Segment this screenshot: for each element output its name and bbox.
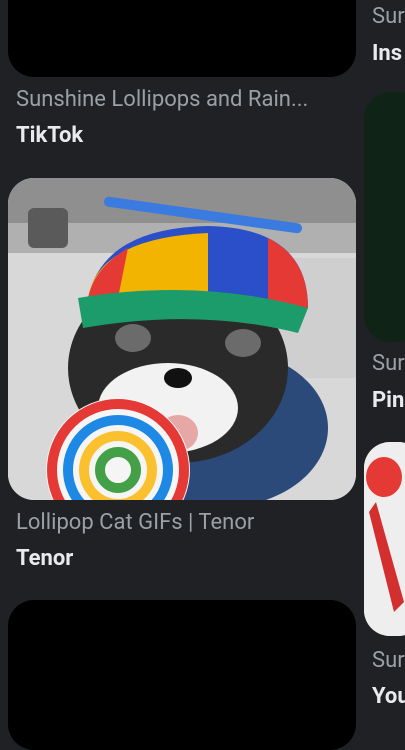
result-thumbnail-cat[interactable] <box>8 178 356 500</box>
result-caption-cat[interactable]: Lollipop Cat GIFs | Tenor <box>16 510 254 535</box>
result-source-cat[interactable]: Tenor <box>16 546 73 571</box>
right-caption-2[interactable]: Sur <box>372 351 405 376</box>
right-thumbnail-1[interactable] <box>364 92 405 342</box>
result-caption-top[interactable]: Sunshine Lollipops and Rain... <box>16 87 351 112</box>
right-source-3[interactable]: You <box>372 684 405 709</box>
result-thumbnail-top[interactable] <box>8 0 356 77</box>
right-caption-1[interactable]: Sur <box>372 4 405 29</box>
cat-image <box>8 178 356 500</box>
red-figure-image <box>364 442 405 636</box>
right-source-2[interactable]: Pin <box>372 388 404 413</box>
right-source-1[interactable]: Ins <box>372 41 402 66</box>
result-source-top[interactable]: TikTok <box>16 123 83 148</box>
result-thumbnail-bottom[interactable] <box>8 600 356 750</box>
right-caption-3[interactable]: Sur <box>372 648 405 673</box>
right-thumbnail-2[interactable] <box>364 442 405 636</box>
